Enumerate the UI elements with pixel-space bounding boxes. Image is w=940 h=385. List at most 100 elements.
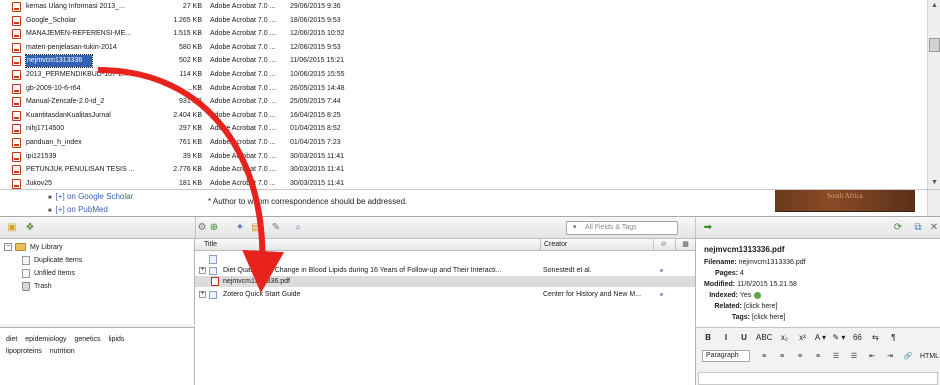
new-group-icon[interactable]: ❖ (24, 222, 36, 234)
google-scholar-link[interactable]: ■ [+] on Google Scholar (48, 192, 133, 201)
tag[interactable]: genetics (74, 336, 100, 343)
add-by-identifier-icon[interactable]: ✦ (234, 222, 246, 234)
file-row[interactable]: Google_Scholar 1.265 KB Adobe Acrobat 7.0 … (0, 15, 420, 27)
file-row[interactable]: 2013_PERMENDIKBUD-107-2... 114 KB Adobe Ac… (0, 69, 420, 81)
editor-format-button[interactable]: ✎ ▾ (832, 331, 845, 345)
tag[interactable]: lipids (108, 336, 124, 343)
tag[interactable]: epidemiology (25, 336, 66, 343)
file-row[interactable]: MANAJEMEN-REFERENSI-ME... 1.515 KB Adobe A… (0, 28, 420, 40)
file-name[interactable]: panduan_h_index (26, 137, 156, 149)
editor-align-button[interactable]: HTML (920, 350, 939, 364)
file-name[interactable]: KuantitasdanKualitasJurnal (26, 110, 156, 122)
file-name[interactable]: kemas Ulang Informasi 2013_... (26, 1, 156, 13)
editor-align-button[interactable]: ≡ (776, 350, 788, 364)
attachment-dot-icon[interactable] (660, 293, 663, 296)
unfiled-items[interactable]: Unfiled Items (22, 268, 75, 279)
file-name[interactable]: Google_Scholar (26, 15, 156, 27)
attachment-column-icon[interactable]: ⊘ (653, 239, 673, 251)
file-row[interactable]: Manual-Zencafe-2.0-id_2 931 KB Adobe Acrob… (0, 96, 420, 108)
duplicate-items[interactable]: Duplicate Items (22, 255, 82, 266)
my-library-item[interactable]: − My Library (4, 242, 63, 253)
new-note-icon[interactable]: ▤ (250, 222, 262, 234)
sync-icon[interactable]: ⟳ (892, 222, 904, 234)
expand-icon[interactable]: + (199, 267, 206, 274)
editor-align-button[interactable]: ⇥ (884, 350, 896, 364)
close-icon[interactable]: ✕ (928, 222, 940, 234)
scroll-thumb[interactable] (929, 38, 940, 52)
editor-format-button[interactable]: ABC (756, 331, 772, 345)
scroll-up-icon[interactable]: ▲ (930, 1, 939, 10)
page-scrollbar[interactable] (927, 190, 940, 216)
creator-column-header[interactable]: Creator (540, 239, 567, 251)
search-input[interactable]: ▾ All Fields & Tags (566, 221, 678, 235)
trash-item[interactable]: Trash (22, 281, 52, 292)
editor-align-button[interactable]: 🔗 (902, 350, 914, 364)
fullscreen-icon[interactable]: ⧉ (912, 222, 924, 234)
item-row[interactable]: + Zotero Quick Start Guide Center for Hist… (195, 289, 695, 300)
related-link[interactable]: [click here] (744, 303, 777, 310)
editor-align-button[interactable]: ≡ (758, 350, 770, 364)
file-row[interactable]: nihj1714500 297 KB Adobe Acrobat 7.0 ... 01… (0, 123, 420, 135)
new-collection-icon[interactable]: ▣ (6, 222, 18, 234)
file-name[interactable]: nihj1714500 (26, 123, 156, 135)
file-name[interactable]: nejmvcm1313336 (25, 54, 93, 69)
search-dropdown-icon[interactable]: ▾ (573, 222, 577, 234)
file-row[interactable]: Jukov25 181 KB Adobe Acrobat 7.0 ... 30/03/… (0, 178, 420, 189)
tags-link[interactable]: [click here] (752, 314, 785, 321)
file-row[interactable]: PETUNJUK PENULISAN TESIS ... 2.776 KB Adob… (0, 164, 420, 176)
pubmed-link-text[interactable]: [+] on PubMed (56, 205, 108, 214)
file-name[interactable]: gb-2009-10-6-r64 (26, 83, 156, 95)
file-row[interactable]: KuantitasdanKualitasJurnal 2.404 KB Adobe … (0, 110, 420, 122)
editor-align-button[interactable]: ⇤ (866, 350, 878, 364)
advanced-search-icon[interactable]: ⌕ (292, 222, 304, 234)
item-row[interactable]: + Diet Quality and Change in Blood Lipids… (195, 265, 695, 276)
tag[interactable]: nutrition (50, 348, 75, 355)
file-name[interactable]: MANAJEMEN-REFERENSI-ME... (26, 28, 156, 40)
file-name[interactable]: 2013_PERMENDIKBUD-107-2... (26, 69, 156, 81)
file-name[interactable]: materi-penjelasan-tukin-2014 (26, 42, 156, 54)
editor-align-button[interactable]: ≡ (812, 350, 824, 364)
editor-format-button[interactable]: B (702, 331, 714, 345)
editor-format-button[interactable]: 66 (851, 331, 863, 345)
editor-format-button[interactable]: ¶ (887, 331, 899, 345)
file-name[interactable]: Jukov25 (26, 178, 156, 189)
item-title[interactable]: Diet Quality and Change in Blood Lipids … (223, 265, 533, 276)
editor-format-button[interactable]: ⇆ (869, 331, 881, 345)
editor-format-button[interactable]: x² (796, 331, 808, 345)
collapse-icon[interactable]: − (4, 243, 12, 252)
file-name[interactable]: PETUNJUK PENULISAN TESIS ... (26, 164, 156, 176)
google-scholar-link-text[interactable]: [+] on Google Scholar (56, 192, 134, 201)
editor-format-button[interactable]: x₂ (778, 331, 790, 345)
file-name[interactable]: ipi121539 (26, 151, 156, 163)
file-row[interactable]: materi-penjelasan-tukin-2014 580 KB Adobe … (0, 42, 420, 54)
file-row[interactable]: nejmvcm1313336 502 KB Adobe Acrobat 7.0 ..… (0, 54, 420, 69)
pubmed-link[interactable]: ■ [+] on PubMed (48, 205, 108, 214)
editor-format-button[interactable]: A ▾ (814, 331, 826, 345)
editor-align-button[interactable]: ☰ (830, 350, 842, 364)
attachment-dot-icon[interactable] (660, 269, 663, 272)
attach-icon[interactable]: ✎ (270, 222, 282, 234)
file-row[interactable]: panduan_h_index 761 KB Adobe Acrobat 7.0 .… (0, 137, 420, 149)
item-title[interactable]: nejmvcm1313336.pdf (223, 276, 533, 287)
scroll-down-icon[interactable]: ▼ (930, 178, 939, 187)
explorer-scrollbar[interactable]: ▲ ▼ (927, 0, 940, 189)
actions-gear-icon[interactable]: ⚙ (196, 222, 208, 234)
paragraph-select[interactable]: Paragraph (702, 349, 750, 362)
editor-align-button[interactable]: ☰ (848, 350, 860, 364)
editor-align-button[interactable]: ≡ (794, 350, 806, 364)
locate-icon[interactable]: ➡ (702, 222, 714, 234)
title-column-header[interactable]: Title (204, 239, 217, 251)
column-picker-icon[interactable]: ▦ (675, 239, 695, 251)
file-row[interactable]: gb-2009-10-6-r64 ...KB Adobe Acrobat 7.0 .… (0, 83, 420, 95)
new-item-icon[interactable]: ⊕ (208, 222, 220, 234)
item-row[interactable] (195, 253, 695, 264)
editor-format-button[interactable]: U (738, 331, 750, 345)
tag[interactable]: diet (6, 336, 17, 343)
editor-format-button[interactable]: I (720, 331, 732, 345)
reindex-icon[interactable] (754, 291, 762, 299)
tag[interactable]: lipoproteins (6, 348, 42, 355)
filename-value[interactable]: nejmvcm1313336.pdf (739, 259, 806, 266)
file-row[interactable]: ipi121539 39 KB Adobe Acrobat 7.0 ... 30/03… (0, 151, 420, 163)
note-text-area[interactable] (698, 372, 938, 385)
file-name[interactable]: Manual-Zencafe-2.0-id_2 (26, 96, 156, 108)
